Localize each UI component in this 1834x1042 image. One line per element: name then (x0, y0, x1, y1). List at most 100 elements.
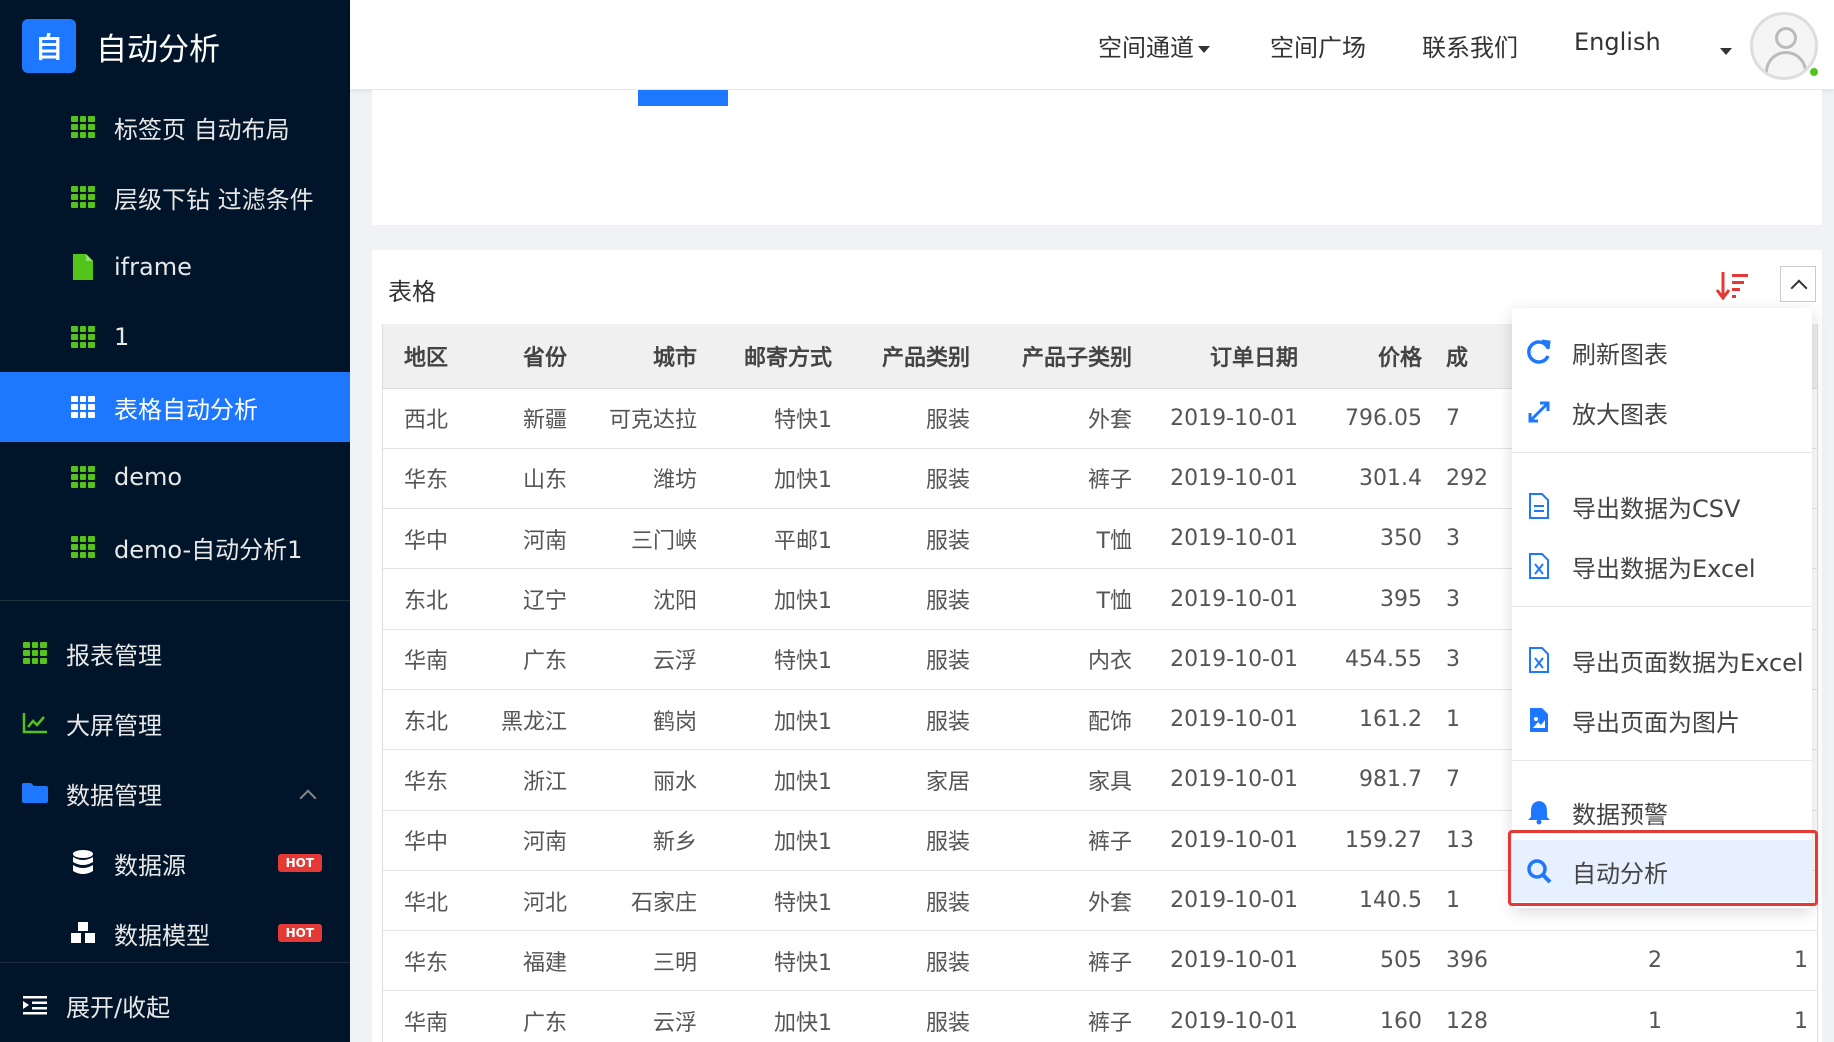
menu-item-export-csv[interactable]: 导出数据为CSV (1512, 478, 1812, 534)
column-header[interactable]: 价格 (1308, 324, 1432, 389)
sidebar-item-iframe[interactable]: iframe (0, 232, 350, 302)
table-cell: 山东 (477, 448, 577, 510)
table-cell: 华南 (382, 629, 477, 690)
sidebar-toggle[interactable]: 展开/收起 (0, 970, 350, 1040)
refresh-icon (1524, 337, 1554, 367)
menu-item-label: 导出数据为Excel (1572, 554, 1756, 583)
sidebar-item-data-model[interactable]: 数据模型 HOT (0, 898, 350, 968)
csv-file-icon (1524, 491, 1554, 521)
menu-item-label: 放大图表 (1572, 400, 1668, 429)
table-cell: 裤子 (980, 990, 1142, 1042)
menu-item-refresh-chart[interactable]: 刷新图表 (1512, 324, 1812, 380)
sidebar: 自 自动分析 标签页 自动布局 层级下钻 过滤条件 iframe 1 表格自动分… (0, 0, 350, 1042)
menu-item-export-page-image[interactable]: 导出页面为图片 (1512, 692, 1812, 748)
sidebar-item-label: 大屏管理 (66, 711, 162, 740)
database-icon (70, 850, 96, 876)
grid-icon (70, 114, 96, 140)
table-cell: 2019-10-01 (1142, 749, 1308, 811)
column-header[interactable]: 地区 (382, 324, 477, 389)
column-header[interactable]: 产品类别 (842, 324, 980, 389)
menu-separator (1512, 606, 1812, 607)
nav-space-square[interactable]: 空间广场 (1270, 28, 1366, 63)
table-cell: 7 (1432, 749, 1522, 811)
column-header[interactable]: 成 (1432, 324, 1522, 389)
sidebar-item-data-management[interactable]: 数据管理 (0, 758, 350, 828)
table-cell: 2 (1522, 930, 1672, 992)
column-header[interactable]: 产品子类别 (980, 324, 1142, 389)
table-cell: 396 (1432, 930, 1522, 992)
column-header[interactable]: 城市 (577, 324, 707, 389)
table-cell: 华南 (382, 990, 477, 1042)
table-cell: 家居 (842, 749, 980, 811)
user-body-icon (1765, 51, 1807, 77)
table-cell: 云浮 (577, 990, 707, 1042)
menu-item-export-page-excel[interactable]: 导出页面数据为Excel (1512, 632, 1812, 688)
nav-space-channel[interactable]: 空间通道 (1098, 28, 1210, 63)
collapse-button[interactable] (1780, 266, 1816, 302)
table-cell: 1 (1672, 990, 1818, 1042)
table-cell: 东北 (382, 689, 477, 751)
sidebar-item-tab-layout[interactable]: 标签页 自动布局 (0, 92, 350, 162)
table-cell: 160 (1308, 990, 1432, 1042)
column-header[interactable]: 省份 (477, 324, 577, 389)
sidebar-item-drilldown[interactable]: 层级下钻 过滤条件 (0, 162, 350, 232)
sidebar-toggle-label: 展开/收起 (66, 993, 171, 1022)
sidebar-divider (0, 962, 350, 963)
table-cell: 加快1 (707, 749, 842, 811)
table-cell: 辽宁 (477, 568, 577, 630)
sidebar-item-report-management[interactable]: 报表管理 (0, 618, 350, 688)
menu-separator (1512, 760, 1812, 761)
table-cell: 7 (1432, 388, 1522, 449)
sidebar-item-label: 层级下钻 过滤条件 (114, 185, 314, 214)
table-cell: 2019-10-01 (1142, 629, 1308, 690)
table-cell: 新乡 (577, 810, 707, 871)
table-cell: 西北 (382, 388, 477, 449)
table-cell: 黑龙江 (477, 689, 577, 751)
table-cell: 3 (1432, 508, 1522, 570)
table-cell: 广东 (477, 629, 577, 690)
table-cell: 服装 (842, 508, 980, 570)
sidebar-item-label: 报表管理 (66, 641, 162, 670)
table-cell: 2019-10-01 (1142, 990, 1308, 1042)
logo-icon: 自 (22, 19, 76, 73)
online-status-icon (1808, 66, 1820, 78)
logo[interactable]: 自 自动分析 (0, 0, 350, 92)
table-row[interactable]: 华南 广东 云浮 加快1 服装 裤子 2019-10-01 160 128 1 1 (382, 990, 1818, 1042)
menu-item-export-excel[interactable]: 导出数据为Excel (1512, 538, 1812, 594)
sidebar-item-screen-management[interactable]: 大屏管理 (0, 688, 350, 758)
table-cell: 鹤岗 (577, 689, 707, 751)
nav-language[interactable]: English (1574, 28, 1661, 56)
language-caret[interactable] (1716, 36, 1732, 64)
table-cell: 可克达拉 (577, 388, 707, 449)
column-header[interactable]: 邮寄方式 (707, 324, 842, 389)
sidebar-item-label: 数据管理 (66, 781, 162, 810)
sidebar-divider (0, 600, 350, 601)
table-cell: 2019-10-01 (1142, 870, 1308, 932)
table-cell: 505 (1308, 930, 1432, 992)
sidebar-item-label: demo (114, 463, 183, 491)
table-cell: 特快1 (707, 629, 842, 690)
sidebar-item-table-auto-analysis[interactable]: 表格自动分析 (0, 372, 350, 442)
table-cell: 三门峡 (577, 508, 707, 570)
table-cell: 配饰 (980, 689, 1142, 751)
table-cell: 2019-10-01 (1142, 930, 1308, 992)
sidebar-item-label: 数据模型 (114, 921, 210, 950)
sidebar-item-demo[interactable]: demo (0, 442, 350, 512)
table-cell: 东北 (382, 568, 477, 630)
excel-file-icon (1524, 551, 1554, 581)
sidebar-item-1[interactable]: 1 (0, 302, 350, 372)
nav-contact-us[interactable]: 联系我们 (1422, 28, 1518, 63)
sidebar-item-demo-auto-analysis[interactable]: demo-自动分析1 (0, 512, 350, 582)
sidebar-item-datasource[interactable]: 数据源 HOT (0, 828, 350, 898)
table-cell: 服装 (842, 448, 980, 510)
top-header: 空间通道 空间广场 联系我们 English (350, 0, 1834, 90)
menu-item-enlarge-chart[interactable]: 放大图表 (1512, 384, 1812, 440)
table-row[interactable]: 华东 福建 三明 特快1 服装 裤子 2019-10-01 505 396 2 1 (382, 930, 1818, 992)
sort-icon[interactable] (1715, 270, 1750, 302)
table-cell: 河南 (477, 810, 577, 871)
table-cell: 3 (1432, 629, 1522, 690)
card-title: 表格 (388, 278, 436, 306)
column-header[interactable]: 订单日期 (1142, 324, 1308, 389)
table-cell: 1 (1432, 689, 1522, 751)
table-cell: 华东 (382, 930, 477, 992)
